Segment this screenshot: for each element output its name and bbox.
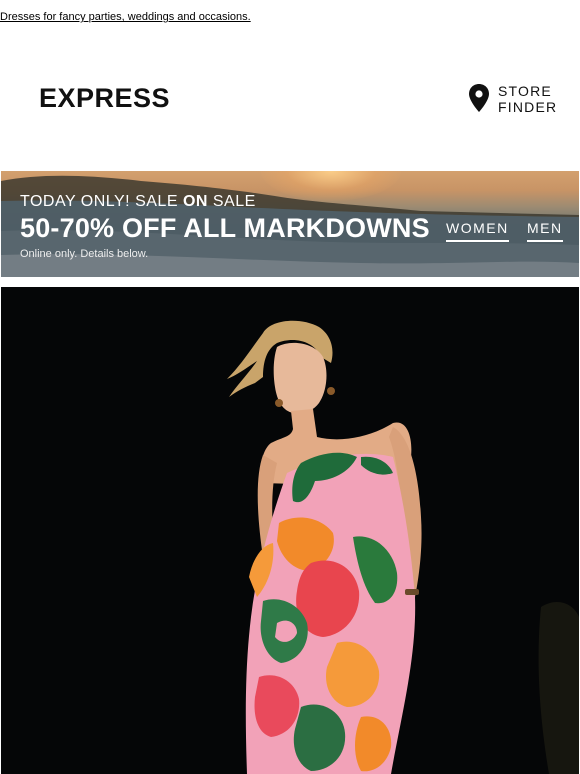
sale-banner[interactable]: TODAY ONLY! SALE ON SALE 50-70% OFF ALL … [1,171,579,277]
hero-image[interactable] [1,287,579,774]
email-header: EXPRESS STORE FINDER [0,70,580,130]
banner-top-bold: ON [182,193,208,210]
nav-men-link[interactable]: MEN [527,220,563,242]
banner-headline: 50-70% OFF ALL MARKDOWNS [20,213,430,243]
store-finder-link[interactable]: STORE FINDER [468,82,563,118]
banner-subtext: Online only. Details below. [20,248,149,260]
hero-model-illustration [227,320,579,774]
banner-top-suffix: SALE [207,193,256,210]
preheader-link[interactable]: Dresses for fancy parties, weddings and … [0,11,251,23]
express-logo[interactable]: EXPRESS [39,83,170,114]
banner-top-prefix: TODAY ONLY! SALE [20,193,183,210]
store-finder-line2: FINDER [498,99,558,115]
location-pin-icon [469,84,489,112]
store-finder-line1: STORE [498,83,552,99]
nav-women-link[interactable]: WOMEN [446,220,509,242]
store-finder-label: STORE FINDER [498,83,557,115]
banner-top-line: TODAY ONLY! SALE ON SALE [20,193,256,211]
